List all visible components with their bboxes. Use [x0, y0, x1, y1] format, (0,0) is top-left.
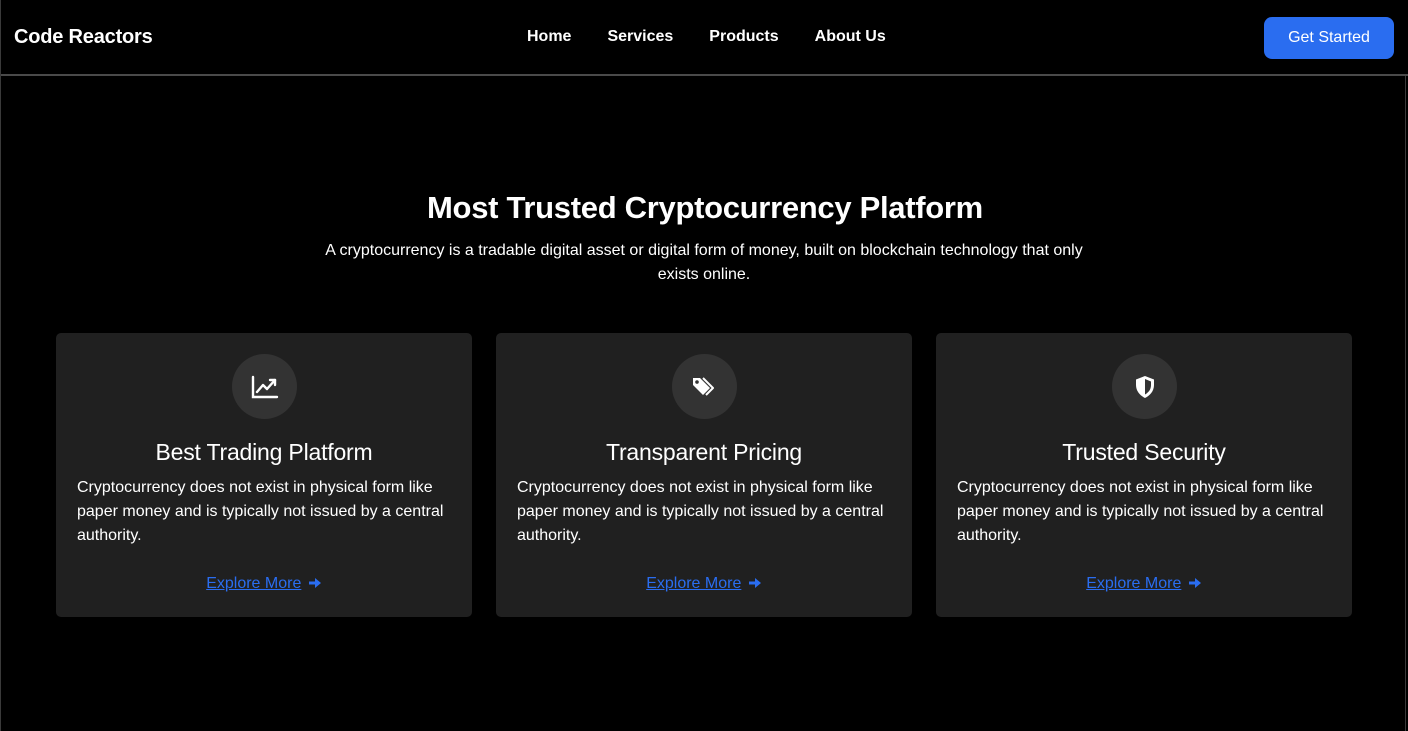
nav-item-about-us[interactable]: About Us	[815, 28, 886, 46]
explore-more-label: Explore More	[646, 575, 742, 592]
explore-more-link[interactable]: Explore More	[496, 575, 912, 593]
explore-more-label: Explore More	[1086, 575, 1182, 592]
brand-logo[interactable]: Code Reactors	[14, 26, 153, 49]
page-frame: Code Reactors Home Services Products Abo…	[0, 0, 1408, 731]
page-title: Most Trusted Cryptocurrency Platform	[427, 190, 983, 225]
tags-icon	[672, 354, 737, 419]
explore-more-link[interactable]: Explore More	[936, 575, 1352, 593]
arrow-right-icon	[308, 578, 321, 588]
nav-item-services[interactable]: Services	[607, 28, 673, 46]
card-description: Cryptocurrency does not exist in physica…	[957, 479, 1324, 544]
feature-card-trading: Best Trading Platform Cryptocurrency doe…	[56, 333, 472, 617]
arrow-right-icon	[748, 578, 761, 588]
card-description: Cryptocurrency does not exist in physica…	[517, 479, 884, 544]
nav-links: Home Services Products About Us	[527, 28, 922, 46]
chart-line-icon	[232, 354, 297, 419]
card-title: Transparent Pricing	[605, 439, 803, 465]
explore-more-link[interactable]: Explore More	[56, 575, 472, 593]
feature-card-pricing: Transparent Pricing Cryptocurrency does …	[496, 333, 912, 617]
get-started-button[interactable]: Get Started	[1264, 17, 1394, 59]
shield-icon	[1112, 354, 1177, 419]
explore-more-label: Explore More	[206, 575, 302, 592]
card-title: Best Trading Platform	[155, 439, 373, 465]
navbar: Code Reactors Home Services Products Abo…	[1, 0, 1408, 76]
nav-item-products[interactable]: Products	[709, 28, 778, 46]
page-subtitle: A cryptocurrency is a tradable digital a…	[325, 242, 1083, 283]
card-title: Trusted Security	[1062, 439, 1226, 465]
feature-cards: Best Trading Platform Cryptocurrency doe…	[56, 333, 1352, 617]
arrow-right-icon	[1188, 578, 1201, 588]
nav-item-home[interactable]: Home	[527, 28, 571, 46]
feature-card-security: Trusted Security Cryptocurrency does not…	[936, 333, 1352, 617]
card-description: Cryptocurrency does not exist in physica…	[77, 479, 444, 544]
